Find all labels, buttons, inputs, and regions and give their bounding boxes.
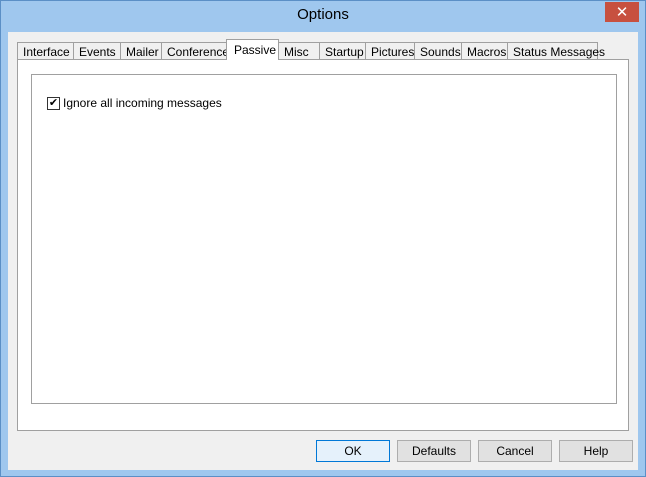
- passive-groupbox: ✔ Ignore all incoming messages: [31, 74, 617, 404]
- tab-status-messages[interactable]: Status Messages: [507, 42, 605, 60]
- window-title: Options: [297, 6, 349, 23]
- tab-strip: Interface Events Mailer Conference Passi…: [17, 39, 605, 60]
- close-icon: ✕: [615, 3, 629, 21]
- tab-interface[interactable]: Interface: [17, 42, 74, 60]
- ignore-incoming-label: Ignore all incoming messages: [63, 96, 222, 110]
- checkmark-icon: ✔: [48, 96, 59, 109]
- tab-conference[interactable]: Conference: [161, 42, 229, 60]
- tab-events[interactable]: Events: [73, 42, 121, 60]
- ignore-incoming-option[interactable]: ✔ Ignore all incoming messages: [47, 96, 222, 110]
- ok-button[interactable]: OK: [316, 440, 390, 462]
- close-button[interactable]: ✕: [605, 2, 639, 22]
- title-bar[interactable]: Options ✕: [1, 1, 645, 32]
- tab-misc[interactable]: Misc: [278, 42, 320, 60]
- tab-startup[interactable]: Startup: [319, 42, 366, 60]
- tab-sounds[interactable]: Sounds: [414, 42, 462, 60]
- passive-tab-panel: ✔ Ignore all incoming messages: [17, 59, 629, 431]
- options-window: Options ✕ Interface Events Mailer Confer…: [0, 0, 646, 477]
- dialog-buttons: OK Defaults Cancel Help: [8, 440, 638, 462]
- dialog-client: Interface Events Mailer Conference Passi…: [8, 32, 638, 470]
- help-button[interactable]: Help: [559, 440, 633, 462]
- cancel-button[interactable]: Cancel: [478, 440, 552, 462]
- tab-passive[interactable]: Passive: [226, 39, 279, 60]
- ignore-incoming-checkbox[interactable]: ✔: [47, 96, 60, 110]
- defaults-button[interactable]: Defaults: [397, 440, 471, 462]
- tab-macros[interactable]: Macros: [461, 42, 508, 60]
- tab-pictures[interactable]: Pictures: [365, 42, 415, 60]
- tab-mailer[interactable]: Mailer: [120, 42, 162, 60]
